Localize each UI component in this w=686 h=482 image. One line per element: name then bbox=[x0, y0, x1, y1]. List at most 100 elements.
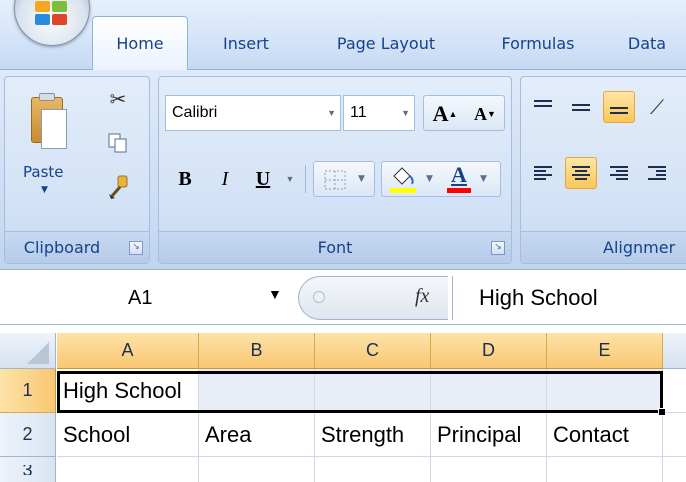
cell-e3[interactable] bbox=[547, 457, 663, 482]
font-dialog-launcher-icon[interactable]: ↘ bbox=[491, 241, 505, 255]
fill-handle[interactable] bbox=[658, 408, 666, 416]
cell-c3[interactable] bbox=[315, 457, 431, 482]
font-size-step-group: A ▲ A ▼ bbox=[423, 95, 505, 131]
column-header-c[interactable]: C bbox=[315, 333, 431, 369]
cell-a3[interactable] bbox=[57, 457, 199, 482]
font-name-combo[interactable]: Calibri ▼ bbox=[165, 95, 341, 131]
ribbon-tab-bar: Home Insert Page Layout Formulas Data bbox=[0, 0, 686, 70]
formula-input[interactable]: High School bbox=[452, 276, 686, 320]
color-buttons-group: ▼ A ▼ bbox=[381, 161, 501, 197]
orientation-icon[interactable]: ⟋ bbox=[641, 91, 673, 123]
borders-icon bbox=[324, 170, 346, 190]
alignment-group-label: Alignmer bbox=[603, 238, 676, 257]
font-color-dropdown-icon[interactable]: ▼ bbox=[480, 174, 487, 184]
borders-button[interactable]: ▼ bbox=[313, 161, 375, 197]
paste-icon[interactable] bbox=[27, 91, 67, 155]
shrink-font-button[interactable]: A ▼ bbox=[466, 96, 504, 132]
row-header-3[interactable]: 3 bbox=[0, 457, 56, 482]
align-bottom-icon bbox=[610, 100, 628, 114]
align-middle-icon bbox=[572, 100, 590, 114]
align-center-icon bbox=[572, 166, 590, 180]
grow-font-button[interactable]: A ▲ bbox=[426, 96, 464, 132]
row-header-2[interactable]: 2 bbox=[0, 413, 56, 457]
underline-button[interactable]: U bbox=[247, 161, 279, 197]
cell-f1[interactable] bbox=[663, 369, 686, 413]
select-all-button[interactable] bbox=[0, 333, 56, 369]
clipboard-group: Paste ▼ ✂ Clipboard ↘ bbox=[4, 76, 150, 264]
align-left-icon bbox=[534, 166, 552, 180]
font-group: Calibri ▼ 11 ▼ A ▲ A ▼ B I U ▼ ▼ ▼ A ▼ F… bbox=[158, 76, 512, 264]
font-color-button[interactable]: A bbox=[444, 162, 474, 196]
align-right-button[interactable] bbox=[603, 157, 635, 189]
cell-b3[interactable] bbox=[199, 457, 315, 482]
fill-color-button[interactable] bbox=[388, 166, 422, 194]
name-box-dropdown-icon[interactable]: ▼ bbox=[268, 286, 282, 302]
tab-home[interactable]: Home bbox=[92, 16, 188, 70]
font-color-icon: A bbox=[451, 162, 467, 187]
formula-bar-controls: fx bbox=[298, 276, 448, 320]
insert-function-button[interactable]: fx bbox=[415, 285, 429, 308]
font-size-combo[interactable]: 11 ▼ bbox=[343, 95, 415, 131]
cell-f2[interactable] bbox=[663, 413, 686, 457]
align-top-icon bbox=[534, 100, 552, 114]
formula-bar: A1 ▼ fx High School bbox=[0, 269, 686, 325]
office-button[interactable] bbox=[14, 0, 90, 46]
shrink-font-icon: A bbox=[474, 103, 488, 124]
tab-insert[interactable]: Insert bbox=[206, 16, 286, 70]
cell-d3[interactable] bbox=[431, 457, 547, 482]
format-painter-icon[interactable] bbox=[105, 175, 131, 199]
column-header-b[interactable]: B bbox=[199, 333, 315, 369]
cell-c1[interactable] bbox=[315, 369, 431, 413]
font-name-value: Calibri bbox=[172, 104, 218, 121]
cell-e2[interactable]: Contact bbox=[547, 413, 663, 457]
cell-d1[interactable] bbox=[431, 369, 547, 413]
font-name-dropdown-icon[interactable]: ▼ bbox=[327, 108, 336, 118]
formula-resize-handle-icon[interactable] bbox=[313, 291, 325, 303]
paste-dropdown-arrow-icon[interactable]: ▼ bbox=[41, 185, 48, 195]
column-header-e[interactable]: E bbox=[547, 333, 663, 369]
row-header-1[interactable]: 1 bbox=[0, 369, 56, 413]
cell-e1[interactable] bbox=[547, 369, 663, 413]
column-header-f[interactable] bbox=[663, 333, 686, 369]
fx-icon: fx bbox=[415, 285, 430, 307]
font-size-dropdown-icon[interactable]: ▼ bbox=[401, 108, 410, 118]
cut-icon[interactable]: ✂ bbox=[105, 87, 131, 111]
align-center-button[interactable] bbox=[565, 157, 597, 189]
align-top-button[interactable] bbox=[527, 91, 559, 123]
cell-a2[interactable]: School bbox=[57, 413, 199, 457]
align-bottom-button[interactable] bbox=[603, 91, 635, 123]
fill-bucket-icon bbox=[393, 167, 414, 185]
font-size-value: 11 bbox=[350, 104, 367, 121]
ribbon: Paste ▼ ✂ Clipboard ↘ Calibri ▼ 11 ▼ A ▲ … bbox=[0, 69, 686, 269]
row-header-3-label: 3 bbox=[22, 465, 33, 475]
grow-font-icon: A bbox=[432, 101, 449, 126]
cell-b1[interactable] bbox=[199, 369, 315, 413]
paste-button[interactable]: Paste bbox=[23, 163, 64, 181]
underline-dropdown-icon[interactable]: ▼ bbox=[283, 161, 297, 197]
cell-d2[interactable]: Principal bbox=[431, 413, 547, 457]
tab-page-layout[interactable]: Page Layout bbox=[312, 16, 460, 70]
cell-c2[interactable]: Strength bbox=[315, 413, 431, 457]
font-color-swatch bbox=[447, 188, 471, 193]
align-left-button[interactable] bbox=[527, 157, 559, 189]
bold-button[interactable]: B bbox=[169, 161, 201, 197]
align-middle-button[interactable] bbox=[565, 91, 597, 123]
select-all-icon bbox=[27, 342, 49, 364]
cell-b2[interactable]: Area bbox=[199, 413, 315, 457]
worksheet-grid: A B C D E 1 High School 2 School Area St… bbox=[0, 325, 686, 482]
name-box[interactable]: A1 ▼ bbox=[0, 278, 300, 318]
fill-color-swatch bbox=[390, 188, 416, 193]
copy-icon[interactable] bbox=[105, 131, 131, 155]
column-header-a[interactable]: A bbox=[57, 333, 199, 369]
fill-color-dropdown-icon[interactable]: ▼ bbox=[426, 174, 433, 184]
align-right-icon bbox=[610, 166, 628, 180]
alignment-group: ⟋ Alignmer bbox=[520, 76, 686, 264]
tab-formulas[interactable]: Formulas bbox=[478, 16, 598, 70]
borders-dropdown-icon[interactable]: ▼ bbox=[358, 174, 365, 184]
tab-data[interactable]: Data bbox=[612, 16, 682, 70]
cell-a1[interactable]: High School bbox=[57, 369, 199, 413]
column-header-d[interactable]: D bbox=[431, 333, 547, 369]
decrease-indent-icon[interactable] bbox=[641, 157, 673, 189]
italic-button[interactable]: I bbox=[209, 161, 241, 197]
clipboard-dialog-launcher-icon[interactable]: ↘ bbox=[129, 241, 143, 255]
